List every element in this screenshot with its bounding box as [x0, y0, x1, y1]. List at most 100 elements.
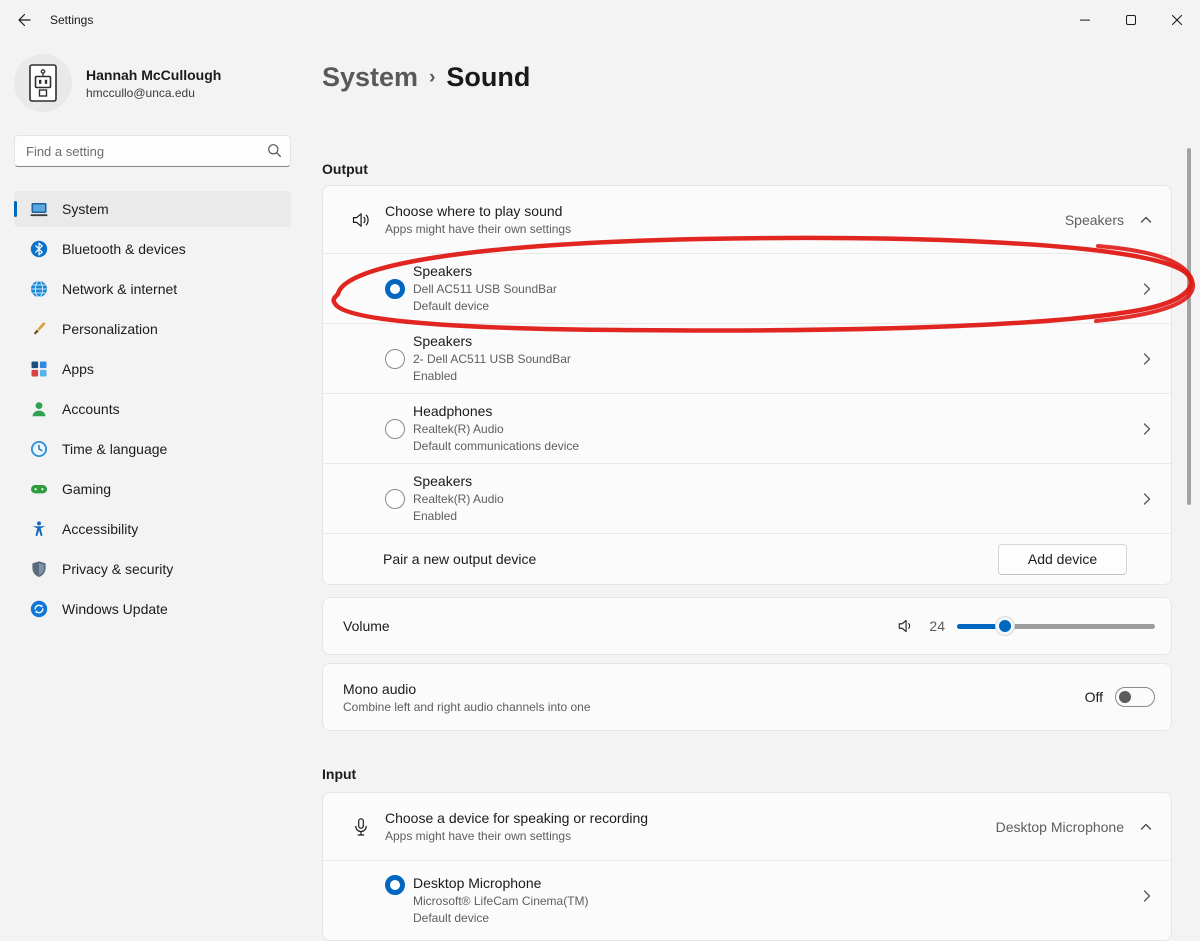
device-status: Default device [413, 911, 589, 926]
account-summary[interactable]: Hannah McCullough hmccullo@unca.edu [14, 54, 291, 112]
add-device-button[interactable]: Add device [998, 544, 1127, 575]
sidebar-item-system[interactable]: System [14, 191, 291, 227]
output-device-row-speakers-dell2[interactable]: Speakers 2- Dell AC511 USB SoundBar Enab… [323, 323, 1171, 393]
windows-update-icon [30, 600, 48, 618]
device-detail: 2- Dell AC511 USB SoundBar [413, 352, 571, 367]
radio-unselected[interactable] [385, 349, 405, 369]
microphone-icon [351, 817, 371, 837]
search-input[interactable] [14, 135, 291, 167]
chevron-right-icon [1141, 492, 1153, 506]
pair-device-label: Pair a new output device [383, 551, 536, 567]
time-language-icon [30, 440, 48, 458]
output-device-row-speakers-dell[interactable]: Speakers Dell AC511 USB SoundBar Default… [323, 253, 1171, 323]
sidebar-item-label: Windows Update [62, 601, 168, 617]
maximize-icon [1122, 11, 1140, 29]
pair-device-row: Pair a new output device Add device [323, 533, 1171, 584]
device-texts: Headphones Realtek(R) Audio Default comm… [413, 403, 579, 454]
sidebar-item-label: Time & language [62, 441, 167, 457]
input-card: Choose a device for speaking or recordin… [322, 792, 1172, 941]
sidebar-item-label: Network & internet [62, 281, 177, 297]
device-name: Speakers [413, 263, 557, 280]
back-button[interactable] [4, 3, 44, 37]
minimize-button[interactable] [1062, 0, 1108, 40]
volume-slider[interactable] [957, 616, 1155, 636]
input-selected-value: Desktop Microphone [996, 819, 1124, 835]
accounts-icon [30, 400, 48, 418]
selected-indicator [14, 201, 17, 217]
titlebar: Settings [0, 0, 1200, 40]
sidebar-item-time-language[interactable]: Time & language [14, 431, 291, 467]
sidebar: Hannah McCullough hmccullo@unca.edu Syst… [0, 40, 300, 926]
device-name: Desktop Microphone [413, 875, 589, 892]
account-name: Hannah McCullough [86, 67, 221, 83]
radio-selected[interactable] [385, 279, 405, 299]
input-header-subtitle: Apps might have their own settings [385, 829, 648, 843]
sidebar-item-label: Accessibility [62, 521, 138, 537]
device-status: Default communications device [413, 439, 579, 454]
mono-audio-toggle[interactable] [1115, 687, 1155, 707]
speaker-icon [351, 210, 371, 230]
close-button[interactable] [1154, 0, 1200, 40]
mono-audio-controls: Off [1085, 687, 1155, 707]
output-header-row[interactable]: Choose where to play sound Apps might ha… [323, 186, 1171, 253]
maximize-button[interactable] [1108, 0, 1154, 40]
output-header-subtitle: Apps might have their own settings [385, 222, 571, 236]
input-device-row-desktop-microphone[interactable]: Desktop Microphone Microsoft® LifeCam Ci… [323, 860, 1171, 940]
mono-audio-card: Mono audio Combine left and right audio … [322, 663, 1172, 731]
output-selected-value: Speakers [1065, 212, 1124, 228]
back-arrow-icon [16, 12, 32, 28]
main-content: System › Sound Output Choose where to pl… [300, 40, 1200, 926]
chevron-right-icon [1141, 889, 1153, 903]
volume-label: Volume [343, 618, 390, 634]
sidebar-item-accounts[interactable]: Accounts [14, 391, 291, 427]
sidebar-item-gaming[interactable]: Gaming [14, 471, 291, 507]
breadcrumb: System › Sound [322, 56, 1172, 97]
window-title: Settings [50, 13, 93, 27]
mono-audio-texts: Mono audio Combine left and right audio … [343, 681, 591, 714]
sidebar-item-label: Privacy & security [62, 561, 173, 577]
sidebar-item-personalization[interactable]: Personalization [14, 311, 291, 347]
apps-icon [30, 360, 48, 378]
sidebar-item-label: Personalization [62, 321, 158, 337]
sidebar-item-accessibility[interactable]: Accessibility [14, 511, 291, 547]
sidebar-item-label: Accounts [62, 401, 120, 417]
chevron-up-icon[interactable] [1139, 213, 1153, 227]
network-icon [30, 280, 48, 298]
chevron-up-icon[interactable] [1139, 820, 1153, 834]
input-section-label: Input [322, 764, 1172, 784]
output-device-row-speakers-realtek[interactable]: Speakers Realtek(R) Audio Enabled [323, 463, 1171, 533]
device-texts: Speakers Realtek(R) Audio Enabled [413, 473, 504, 524]
radio-unselected[interactable] [385, 489, 405, 509]
volume-value: 24 [927, 618, 945, 634]
search-icon[interactable] [267, 143, 282, 158]
minimize-icon [1076, 11, 1094, 29]
mono-audio-state: Off [1085, 689, 1103, 705]
output-device-row-headphones[interactable]: Headphones Realtek(R) Audio Default comm… [323, 393, 1171, 463]
radio-selected[interactable] [385, 875, 405, 895]
sidebar-item-bluetooth-devices[interactable]: Bluetooth & devices [14, 231, 291, 267]
mono-audio-subtitle: Combine left and right audio channels in… [343, 700, 591, 714]
sidebar-item-label: Bluetooth & devices [62, 241, 186, 257]
accessibility-icon [30, 520, 48, 538]
device-name: Headphones [413, 403, 579, 420]
sidebar-item-privacy-security[interactable]: Privacy & security [14, 551, 291, 587]
breadcrumb-parent[interactable]: System [322, 58, 418, 96]
output-header-texts: Choose where to play sound Apps might ha… [385, 203, 571, 236]
account-texts: Hannah McCullough hmccullo@unca.edu [86, 67, 221, 100]
device-name: Speakers [413, 473, 504, 490]
close-icon [1168, 11, 1186, 29]
volume-icon[interactable] [897, 617, 915, 635]
vertical-scrollbar[interactable] [1187, 148, 1191, 505]
input-header-row[interactable]: Choose a device for speaking or recordin… [323, 793, 1171, 860]
sidebar-item-windows-update[interactable]: Windows Update [14, 591, 291, 627]
chevron-right-icon [1141, 282, 1153, 296]
volume-slider-thumb[interactable] [996, 617, 1014, 635]
sidebar-item-network-internet[interactable]: Network & internet [14, 271, 291, 307]
gaming-icon [30, 480, 48, 498]
radio-unselected[interactable] [385, 419, 405, 439]
mono-audio-title: Mono audio [343, 681, 591, 697]
sidebar-item-label: System [62, 201, 109, 217]
sidebar-item-apps[interactable]: Apps [14, 351, 291, 387]
search-box [14, 135, 291, 167]
settings-nav: System Bluetooth & devices Network & int… [14, 191, 291, 627]
